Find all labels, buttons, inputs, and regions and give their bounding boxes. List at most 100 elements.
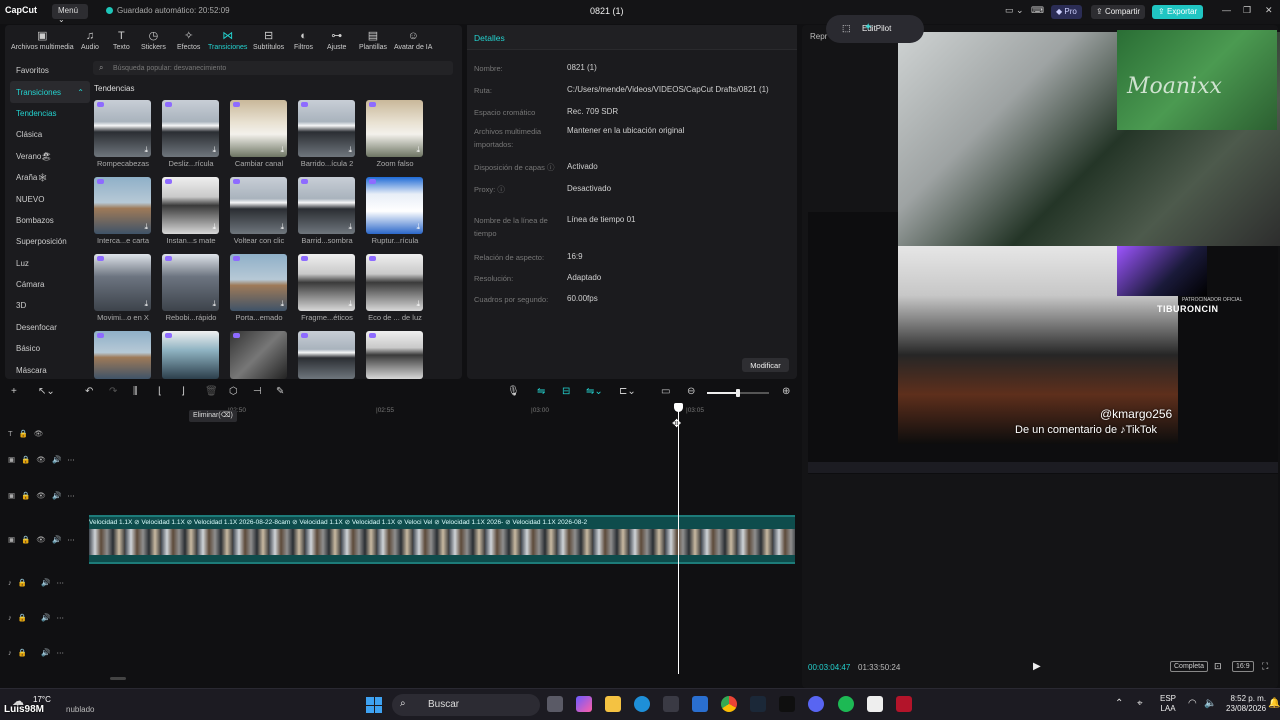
minimize-icon[interactable]: — bbox=[1222, 5, 1231, 15]
track-controls-audio[interactable]: ♪🔒 🔊⋯ bbox=[8, 613, 70, 622]
outlook-icon[interactable] bbox=[692, 696, 708, 712]
link-main-icon[interactable]: ⇋ bbox=[537, 386, 545, 397]
transition-thumbnail[interactable]: ⤓ bbox=[162, 254, 219, 311]
category-item[interactable]: Bombazos bbox=[10, 210, 90, 231]
category-item[interactable]: Favoritos bbox=[10, 60, 90, 81]
tab-media[interactable]: ▣ Archivos multimedia bbox=[7, 25, 78, 52]
download-icon[interactable]: ⤓ bbox=[280, 222, 284, 232]
tab-avatar[interactable]: ☺ Avatar de IA bbox=[390, 25, 436, 52]
tab-adjust[interactable]: ⊶ Ajuste bbox=[323, 25, 350, 52]
download-icon[interactable]: ⤓ bbox=[416, 145, 420, 155]
select-icon[interactable]: ↖⌄ bbox=[38, 386, 55, 397]
shield-icon[interactable]: ⬡ bbox=[229, 386, 238, 397]
app-icon[interactable] bbox=[896, 696, 912, 712]
freeze-icon[interactable]: ⊣ bbox=[253, 386, 262, 397]
transition-thumbnail[interactable] bbox=[162, 331, 219, 379]
category-item[interactable]: Clásica bbox=[10, 124, 90, 145]
play-icon[interactable]: ▶ bbox=[1033, 661, 1041, 672]
volume-icon[interactable]: 🔈 bbox=[1204, 698, 1216, 709]
transition-thumbnail[interactable]: ⤓ bbox=[230, 177, 287, 234]
share-button[interactable]: ⇪ Compartir bbox=[1091, 5, 1146, 19]
language-indicator[interactable]: ESP LAA bbox=[1160, 694, 1176, 714]
track-controls-audio[interactable]: ♪🔒 🔊⋯ bbox=[8, 648, 70, 657]
category-item[interactable]: Tendencias bbox=[10, 103, 90, 124]
magnet-icon[interactable]: ⊟ bbox=[562, 386, 570, 397]
transition-thumbnail[interactable]: ⤓ bbox=[366, 254, 423, 311]
delete-icon[interactable]: 🗑 bbox=[205, 386, 218, 397]
category-item[interactable]: Araña🕸 bbox=[10, 167, 90, 188]
transition-thumbnail[interactable] bbox=[298, 331, 355, 379]
close-icon[interactable]: ✕ bbox=[1265, 5, 1273, 16]
playhead[interactable] bbox=[678, 404, 679, 674]
menu-button[interactable]: Menú ⌄ bbox=[52, 4, 88, 24]
tab-templates[interactable]: ▤ Plantillas bbox=[355, 25, 391, 52]
wifi-icon[interactable]: ◠ bbox=[1188, 698, 1197, 709]
transition-thumbnail[interactable] bbox=[366, 331, 423, 379]
timeline-scrollbar[interactable] bbox=[110, 677, 126, 680]
category-item[interactable]: Transiciones ⌃ bbox=[10, 81, 90, 103]
editpilot-button[interactable]: ⬚ ✦ EditPilot bbox=[826, 15, 924, 43]
transition-thumbnail[interactable]: ⤓ bbox=[162, 177, 219, 234]
download-icon[interactable]: ⤓ bbox=[212, 145, 216, 155]
tab-text[interactable]: T Texto bbox=[109, 25, 134, 52]
ratio-button[interactable]: 16:9 bbox=[1232, 661, 1254, 672]
transition-thumbnail[interactable]: ⤓ bbox=[366, 100, 423, 157]
transition-thumbnail[interactable]: ⤓ bbox=[298, 177, 355, 234]
transition-thumbnail[interactable]: ⤓ bbox=[230, 100, 287, 157]
fullscreen-icon[interactable]: ⛶ bbox=[1262, 661, 1268, 672]
magic-icon[interactable]: ✎ bbox=[276, 386, 284, 397]
export-button[interactable]: ⇪ Exportar bbox=[1152, 5, 1204, 19]
steam-icon[interactable] bbox=[750, 696, 766, 712]
mic-icon[interactable]: 🎙 bbox=[507, 386, 520, 397]
category-item[interactable]: Luz bbox=[10, 253, 90, 274]
pro-button[interactable]: ◆ Pro bbox=[1051, 5, 1082, 19]
track-controls-main[interactable]: ▣🔒👁🔊⋯ bbox=[8, 535, 81, 544]
zoom-slider[interactable] bbox=[707, 389, 769, 397]
tab-subtitles[interactable]: ⊟ Subtítulos bbox=[249, 25, 288, 52]
notification-icon[interactable]: 🔔 bbox=[1268, 698, 1280, 709]
download-icon[interactable]: ⤓ bbox=[212, 299, 216, 309]
capcut-taskbar-icon[interactable] bbox=[779, 696, 795, 712]
download-icon[interactable]: ⤓ bbox=[144, 222, 148, 232]
download-icon[interactable]: ⤓ bbox=[348, 299, 352, 309]
transition-thumbnail[interactable]: ⤓ bbox=[366, 177, 423, 234]
clock[interactable]: 8:52 p. m. 23/08/2026 bbox=[1226, 694, 1266, 714]
category-item[interactable]: Cámara bbox=[10, 274, 90, 295]
copilot-icon[interactable] bbox=[576, 696, 592, 712]
category-item[interactable]: 3D bbox=[10, 295, 90, 316]
complete-button[interactable]: Completa bbox=[1170, 661, 1208, 672]
modify-button[interactable]: Modificar bbox=[742, 358, 789, 372]
weather-description[interactable]: nublado bbox=[66, 705, 94, 714]
taskbar-search[interactable]: ⌕ Buscar bbox=[392, 694, 540, 716]
maximize-icon[interactable]: ❐ bbox=[1243, 5, 1251, 16]
file-explorer-icon[interactable] bbox=[605, 696, 621, 712]
redo-icon[interactable]: ↷ bbox=[109, 386, 117, 397]
chevron-up-icon[interactable]: ⌃ bbox=[1115, 698, 1123, 709]
spotify-icon[interactable] bbox=[838, 696, 854, 712]
layout-icon[interactable]: ▭ ⌄ bbox=[1005, 5, 1024, 16]
capcut-active-icon[interactable] bbox=[867, 696, 883, 712]
transition-thumbnail[interactable]: ⤓ bbox=[94, 177, 151, 234]
tab-effects[interactable]: ✧ Efectos bbox=[173, 25, 204, 52]
discord-icon[interactable] bbox=[808, 696, 824, 712]
split-icon[interactable]: ⫼ bbox=[133, 386, 138, 397]
task-view-icon[interactable] bbox=[547, 696, 563, 712]
split-right-icon[interactable]: ⌋ bbox=[181, 386, 185, 397]
track-controls-text[interactable]: T🔒👁 bbox=[8, 429, 49, 438]
preview-axis-icon[interactable]: ⊏⌄ bbox=[619, 386, 636, 397]
download-icon[interactable]: ⤓ bbox=[144, 145, 148, 155]
transition-thumbnail[interactable]: ⤓ bbox=[298, 100, 355, 157]
main-video-clip[interactable]: Velocidad 1.1X ⊘ Velocidad 1.1X ⊘ Veloci… bbox=[89, 515, 795, 564]
download-icon[interactable]: ⤓ bbox=[348, 145, 352, 155]
tab-transitions[interactable]: ⋈ Transiciones bbox=[204, 25, 251, 52]
zoom-out-icon[interactable]: ⊖ bbox=[687, 386, 695, 397]
category-item[interactable]: Desenfocar bbox=[10, 317, 90, 338]
category-item[interactable]: Verano🏖 bbox=[10, 146, 90, 167]
network-icon[interactable]: ⌖ bbox=[1137, 698, 1143, 709]
download-icon[interactable]: ⤓ bbox=[348, 222, 352, 232]
transition-thumbnail[interactable]: ⤓ bbox=[162, 100, 219, 157]
zoom-in-icon[interactable]: ⊕ bbox=[782, 386, 790, 397]
search-input[interactable]: ⌕ Búsqueda popular: desvanecimiento bbox=[93, 61, 453, 75]
track-controls-overlay[interactable]: ▣🔒👁🔊⋯ bbox=[8, 491, 81, 500]
crop-icon[interactable]: ⊡ bbox=[1214, 661, 1222, 672]
